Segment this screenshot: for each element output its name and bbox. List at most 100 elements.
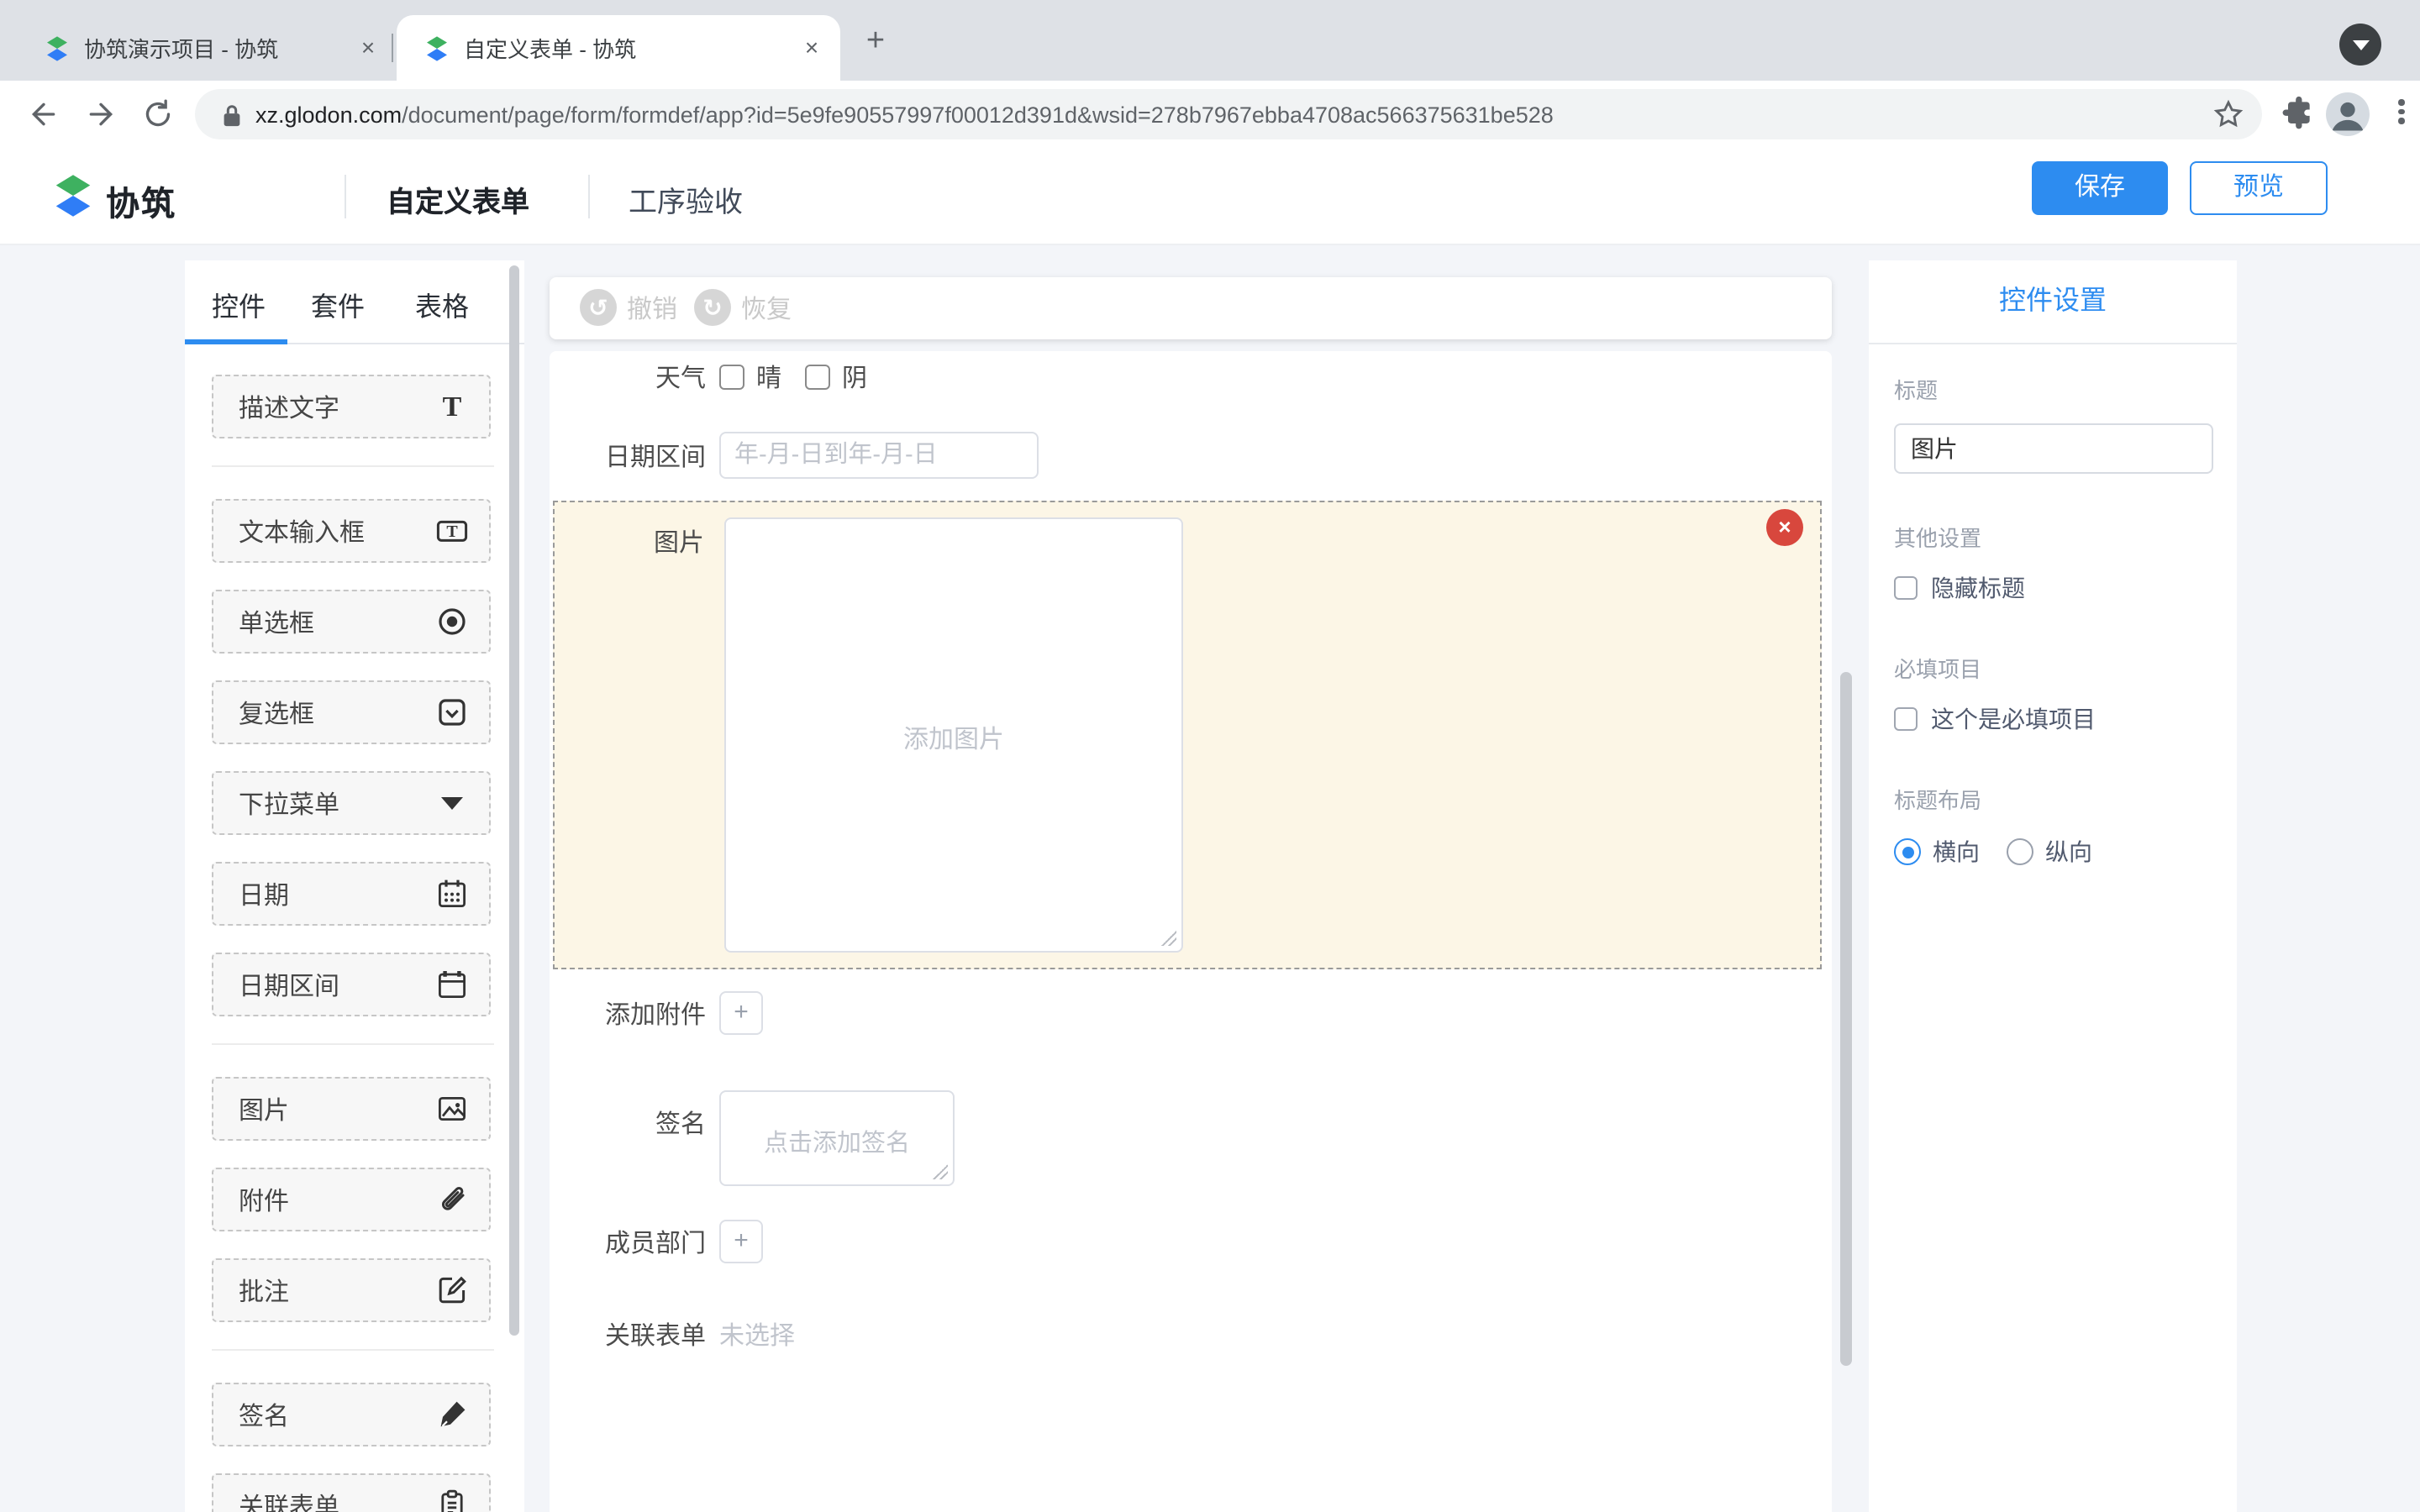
sidebar-item-checkbox[interactable]: 复选框	[212, 680, 491, 744]
sidebar-tab-bar: 控件 套件 表格	[185, 260, 524, 344]
address-bar[interactable]: xz.glodon.com /document/page/form/formde…	[195, 89, 2262, 139]
sidebar-item-input[interactable]: 文本输入框 T	[212, 499, 491, 563]
save-button[interactable]: 保存	[2032, 161, 2168, 215]
input-icon: T	[435, 514, 469, 548]
layout-section-label: 标题布局	[1894, 783, 2213, 815]
add-member-button[interactable]: +	[719, 1220, 763, 1263]
extensions-icon[interactable]	[2279, 96, 2316, 133]
weather-field[interactable]: 天气 晴阴	[550, 358, 891, 395]
signature-placeholder: 点击添加签名	[721, 1124, 953, 1159]
attachment-field[interactable]: 添加附件 +	[550, 991, 763, 1035]
resize-handle[interactable]	[931, 1163, 948, 1179]
browser-menu-icon[interactable]	[2398, 96, 2405, 133]
undo-button[interactable]: ↺ 撤销	[580, 289, 677, 326]
sidebar-item-attachment[interactable]: 附件	[212, 1168, 491, 1231]
sidebar-item-date[interactable]: 日期	[212, 862, 491, 926]
linked-form-value: 未选择	[719, 1316, 795, 1352]
field-label: 关联表单	[550, 1316, 706, 1352]
undo-icon: ↺	[580, 289, 617, 326]
delete-field-button[interactable]: ×	[1766, 509, 1803, 546]
tab-title: 自定义表单 - 协筑	[464, 32, 797, 64]
tab-kits[interactable]: 套件	[311, 284, 365, 324]
title-section-label: 标题	[1894, 373, 2213, 405]
member-department-field[interactable]: 成员部门 +	[550, 1220, 763, 1263]
new-tab-button[interactable]: +	[855, 22, 896, 62]
settings-panel: 控件设置 标题 图片 其他设置 隐藏标题 必填项目 这个是必填项目 标题布局 横…	[1869, 260, 2237, 1512]
browser-tab-inactive[interactable]: 协筑演示项目 - 协筑 ×	[17, 15, 397, 81]
browser-profile-avatar[interactable]	[2326, 92, 2370, 136]
browser-tab-strip: 协筑演示项目 - 协筑 × 自定义表单 - 协筑 × +	[0, 0, 2420, 81]
date-range-input[interactable]: 年-月-日到年-月-日	[719, 432, 1039, 479]
field-label: 日期区间	[550, 438, 706, 473]
browser-tab-active[interactable]: 自定义表单 - 协筑 ×	[397, 15, 840, 81]
resize-handle[interactable]	[1160, 929, 1176, 946]
weather-checkbox[interactable]	[805, 364, 830, 389]
sidebar-item-signature[interactable]: 签名	[212, 1383, 491, 1446]
checkbox-icon	[435, 696, 469, 729]
required-checkbox[interactable]	[1894, 707, 1918, 731]
site-favicon	[424, 34, 450, 61]
sidebar-item-annotation[interactable]: 批注	[212, 1258, 491, 1322]
page-title: 自定义表单	[387, 178, 529, 220]
preview-button[interactable]: 预览	[2190, 161, 2328, 215]
redo-button[interactable]: ↻ 恢复	[694, 289, 792, 326]
sidebar-item-date-range[interactable]: 日期区间	[212, 953, 491, 1016]
image-icon	[435, 1092, 469, 1126]
brand-name[interactable]: 协筑	[106, 176, 176, 225]
back-button[interactable]	[24, 94, 64, 134]
add-image-box[interactable]: 添加图片	[724, 517, 1183, 953]
hide-title-checkbox[interactable]	[1894, 576, 1918, 600]
url-path: /document/page/form/formdef/app?id=5e9fe…	[402, 102, 2212, 127]
dropdown-icon	[435, 786, 469, 820]
sidebar-item-label: 文本输入框	[239, 513, 435, 549]
sidebar-group-separator	[212, 1349, 494, 1351]
tab-close-icon[interactable]: ×	[797, 33, 827, 63]
sidebar-item-dropdown[interactable]: 下拉菜单	[212, 771, 491, 835]
sidebar-item-linked-form[interactable]: 关联表单	[212, 1473, 491, 1512]
weather-checkbox[interactable]	[719, 364, 744, 389]
sidebar-item-image[interactable]: 图片	[212, 1077, 491, 1141]
svg-text:T: T	[446, 522, 458, 541]
field-label: 天气	[550, 359, 706, 394]
tab-title: 协筑演示项目 - 协筑	[84, 32, 353, 64]
bookmark-star-icon[interactable]	[2212, 97, 2245, 131]
signature-field[interactable]: 签名 点击添加签名	[550, 1090, 955, 1186]
tab-close-icon[interactable]: ×	[353, 33, 383, 63]
linked-form-field[interactable]: 关联表单 未选择	[550, 1317, 795, 1351]
tab-tables[interactable]: 表格	[415, 284, 469, 324]
header-divider	[345, 175, 346, 218]
field-label: 成员部门	[550, 1224, 706, 1259]
date-range-field[interactable]: 日期区间 年-月-日到年-月-日	[550, 432, 1039, 479]
weather-option-label: 阴	[842, 359, 867, 394]
sidebar-item-label: 关联表单	[239, 1488, 435, 1512]
sidebar-item-label: 附件	[239, 1182, 435, 1217]
reload-button[interactable]	[138, 94, 178, 134]
signature-box[interactable]: 点击添加签名	[719, 1090, 955, 1186]
brand-logo-icon	[50, 173, 96, 218]
chevron-down-icon	[2352, 40, 2369, 50]
layout-horizontal-radio[interactable]	[1894, 838, 1921, 865]
required-option[interactable]: 这个是必填项目	[1894, 702, 2213, 736]
sidebar-item-label: 日期区间	[239, 967, 435, 1002]
tab-controls[interactable]: 控件	[212, 284, 266, 324]
tab-search-button[interactable]	[2339, 24, 2381, 66]
site-favicon	[44, 34, 71, 61]
title-input[interactable]: 图片	[1894, 423, 2213, 474]
screen: 协筑演示项目 - 协筑 × 自定义表单 - 协筑 × + xz.glo	[0, 0, 2420, 1512]
date-range-icon	[435, 968, 469, 1001]
sidebar-item-text[interactable]: 描述文字T	[212, 375, 491, 438]
sidebar-scrollbar[interactable]	[509, 265, 519, 1336]
header-divider	[588, 175, 590, 218]
canvas-scrollbar[interactable]	[1840, 672, 1852, 1366]
attachment-icon	[435, 1183, 469, 1216]
sidebar-item-label: 日期	[239, 876, 435, 911]
layout-vertical-radio[interactable]	[2007, 838, 2033, 865]
sidebar-item-radio[interactable]: 单选框	[212, 590, 491, 654]
hide-title-option[interactable]: 隐藏标题	[1894, 571, 2213, 605]
forward-button[interactable]	[81, 94, 121, 134]
image-field-selected[interactable]: 图片 添加图片 ×	[553, 501, 1822, 969]
form-name: 工序验收	[629, 178, 743, 220]
add-attachment-button[interactable]: +	[719, 991, 763, 1035]
field-label: 添加附件	[550, 995, 706, 1031]
field-label: 图片	[555, 524, 704, 559]
